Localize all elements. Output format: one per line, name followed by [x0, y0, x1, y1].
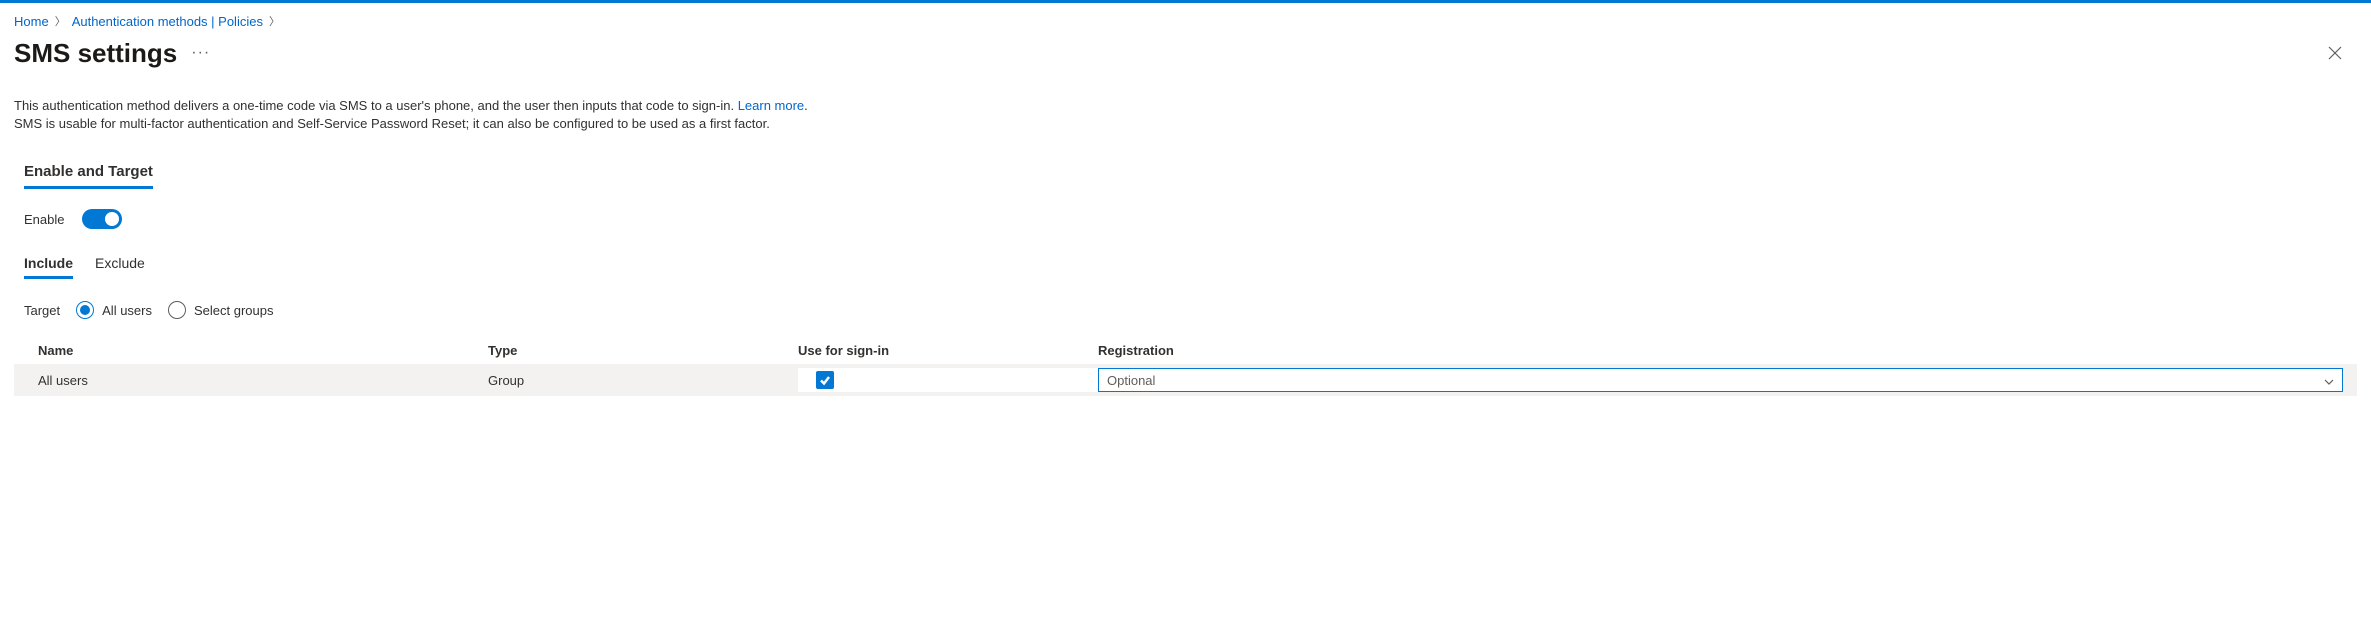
radio-icon: [168, 301, 186, 319]
description-line1a: This authentication method delivers a on…: [14, 98, 738, 113]
radio-all-users[interactable]: All users: [76, 301, 152, 319]
cell-registration: Optional: [1098, 368, 2357, 392]
cell-name: All users: [38, 373, 488, 388]
toggle-knob: [105, 212, 119, 226]
radio-select-groups-label: Select groups: [194, 303, 274, 318]
radio-all-users-label: All users: [102, 303, 152, 318]
radio-icon: [76, 301, 94, 319]
table-row: All users Group Optional: [14, 364, 2357, 396]
cell-signin: [798, 368, 1098, 392]
description-line2: SMS is usable for multi-factor authentic…: [14, 116, 770, 131]
page-title: SMS settings: [14, 38, 177, 69]
description: This authentication method delivers a on…: [14, 97, 2357, 133]
tab-exclude[interactable]: Exclude: [95, 255, 145, 279]
enable-label: Enable: [24, 212, 64, 227]
col-name: Name: [38, 343, 488, 358]
chevron-right-icon: 〉: [269, 13, 280, 29]
breadcrumb: Home 〉 Authentication methods | Policies…: [14, 3, 2357, 37]
chevron-right-icon: 〉: [55, 13, 66, 29]
col-signin: Use for sign-in: [798, 343, 1098, 358]
col-registration: Registration: [1098, 343, 2357, 358]
signin-checkbox[interactable]: [816, 371, 834, 389]
col-type: Type: [488, 343, 798, 358]
tab-enable-and-target[interactable]: Enable and Target: [24, 163, 153, 189]
description-line1b: .: [804, 98, 808, 113]
chevron-down-icon: [2324, 373, 2334, 388]
radio-select-groups[interactable]: Select groups: [168, 301, 274, 319]
targets-table: Name Type Use for sign-in Registration A…: [14, 337, 2357, 396]
enable-toggle[interactable]: [82, 209, 122, 229]
registration-select[interactable]: Optional: [1098, 368, 2343, 392]
tab-include[interactable]: Include: [24, 255, 73, 279]
check-icon: [819, 374, 831, 386]
close-button[interactable]: [2319, 37, 2351, 69]
target-label: Target: [24, 303, 60, 318]
learn-more-link[interactable]: Learn more: [738, 98, 804, 113]
registration-select-value: Optional: [1107, 373, 1155, 388]
table-header: Name Type Use for sign-in Registration: [14, 337, 2357, 364]
cell-type: Group: [488, 373, 798, 388]
close-icon: [2328, 46, 2342, 60]
breadcrumb-home[interactable]: Home: [14, 14, 49, 29]
breadcrumb-auth-methods[interactable]: Authentication methods | Policies: [72, 14, 263, 29]
more-icon[interactable]: ···: [191, 44, 210, 62]
